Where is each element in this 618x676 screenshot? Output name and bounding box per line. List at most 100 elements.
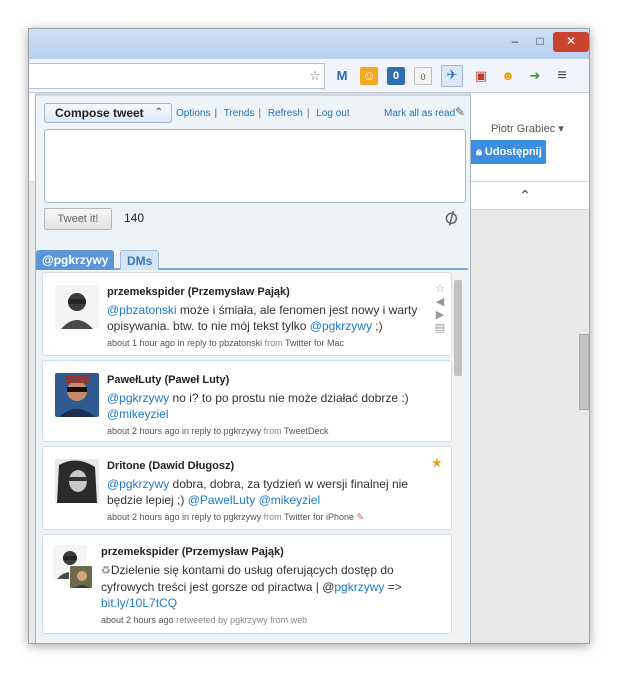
title-bar: – □ ✕ — [29, 29, 589, 59]
tweet-text-part: => — [384, 580, 402, 594]
tweet-timestamp[interactable]: about 2 hours ago — [101, 615, 174, 625]
tweet-timestamp[interactable]: about 2 hours ago in reply to pgkrzywy — [107, 426, 261, 436]
browser-toolbar: ☆ M ☺ 0 0 ✈ ▣ ☻ ➜ ≡ — [29, 59, 589, 93]
tweet-popup: Compose tweet ⌃ Options | Trends | Refresh… — [35, 93, 471, 643]
retweeter-avatar[interactable] — [69, 565, 93, 589]
mention-link[interactable]: @mikeyziel — [107, 407, 169, 421]
tweet-feed: przemekspider (Przemysław Pająk) @pbzato… — [42, 272, 452, 643]
tweet-item: przemekspider (Przemysław Pająk) ♻Dziele… — [42, 534, 452, 634]
compose-textarea[interactable] — [44, 129, 466, 203]
trends-link[interactable]: Trends — [224, 108, 255, 119]
favorite-star-icon[interactable]: ☆ — [433, 283, 447, 296]
share-button-label: Udostępnij — [484, 146, 542, 158]
logout-link[interactable]: Log out — [316, 108, 349, 119]
dm-icon[interactable]: ▤ — [433, 322, 447, 335]
tweet-meta: about 2 hours ago in reply to pgkrzywy f… — [107, 425, 425, 437]
tweet-author[interactable]: przemekspider (Przemysław Pająk) — [107, 285, 425, 300]
separator: | — [214, 108, 218, 119]
tweet-item: przemekspider (Przemysław Pająk) @pbzato… — [42, 272, 452, 356]
separator: | — [306, 108, 310, 119]
tweet-text: ♻Dzielenie się kontami do usług oferując… — [101, 562, 431, 611]
close-button[interactable]: ✕ — [553, 32, 589, 52]
tweet-from: from web — [270, 615, 308, 625]
options-link[interactable]: Options — [176, 108, 210, 119]
retweet-icon: ♻ — [101, 565, 111, 577]
tweet-text: @pgkrzywy no i? to po prostu nie może dz… — [107, 390, 425, 422]
location-pin-icon[interactable]: ✎ — [357, 512, 365, 522]
tweet-button[interactable]: Tweet it! — [44, 208, 112, 230]
lock-icon: 🔒︎ — [476, 146, 485, 158]
favorited-star-icon[interactable]: ★ — [431, 455, 443, 471]
avatar[interactable] — [55, 373, 99, 417]
smiley-extension-icon[interactable]: ☻ — [499, 67, 517, 85]
chevron-up-icon: ⌃ — [519, 187, 531, 203]
tweet-source[interactable]: Twitter for Mac — [285, 338, 344, 348]
char-counter: 140 — [124, 211, 145, 225]
tweet-item: Dritone (Dawid Długosz) @pgkrzywy dobra,… — [42, 446, 452, 530]
tweet-meta: about 1 hour ago in reply to pbzatonski … — [107, 337, 425, 349]
tweet-extension-icon[interactable]: ✈ — [441, 65, 463, 87]
tweet-author[interactable]: Dritone (Dawid Długosz) — [107, 459, 425, 474]
mention-link[interactable]: @pgkrzywy — [310, 319, 372, 333]
retweet-icon[interactable]: ▶ — [433, 309, 447, 322]
mention-link[interactable]: @PawelLuty — [188, 493, 256, 507]
menu-icon[interactable]: ≡ — [553, 67, 571, 85]
mention-link[interactable]: @pgkrzywy — [107, 477, 169, 491]
tweet-source[interactable]: TweetDeck — [284, 426, 329, 436]
tweet-actions: ☆ ◀ ▶ ▤ — [433, 283, 447, 335]
url-link[interactable]: bit.ly/10L7tCQ — [101, 596, 177, 610]
badge-blue-icon[interactable]: 0 — [387, 67, 405, 85]
avatar[interactable] — [55, 285, 99, 329]
page-collapse-strip[interactable]: ⌃ — [459, 182, 589, 210]
retweeted-by[interactable]: retweeted by pgkrzywy — [176, 615, 268, 625]
page-scrollbar-thumb[interactable] — [579, 334, 589, 410]
tweet-item: PawełLuty (Paweł Luty) @pgkrzywy no i? t… — [42, 360, 452, 442]
chevron-up-icon: ⌃ — [154, 107, 163, 118]
tweet-text: @pgkrzywy dobra, dobra, za tydzień w wer… — [107, 476, 425, 508]
gmail-icon[interactable]: M — [333, 67, 351, 85]
badge-gray-icon[interactable]: 0 — [414, 67, 432, 85]
tweet-from: from — [264, 338, 283, 348]
top-links: Options | Trends | Refresh | Log out — [176, 108, 354, 119]
mention-link[interactable]: @pbzatonski — [107, 303, 177, 317]
green-extension-icon[interactable]: ➜ — [526, 67, 544, 85]
tweet-timestamp[interactable]: about 2 hours ago in reply to pgkrzywy — [107, 512, 261, 522]
pin-icon[interactable]: ✎ — [455, 105, 465, 119]
tweet-from: from — [263, 512, 282, 522]
attach-icon[interactable]: ⌀ — [438, 202, 462, 231]
address-bar[interactable] — [29, 63, 325, 89]
feed-scrollbar-thumb[interactable] — [454, 280, 462, 376]
tweet-text-part: ;) — [371, 319, 383, 333]
red-extension-icon[interactable]: ▣ — [472, 67, 490, 85]
tweet-source[interactable]: Twitter for iPhone — [284, 512, 354, 522]
mention-link[interactable]: @mikeyziel — [259, 493, 321, 507]
tweet-from: from — [263, 426, 282, 436]
mark-all-read-link[interactable]: Mark all as read — [384, 108, 455, 119]
timeline-tabs: @pgkrzywy DMs — [36, 246, 468, 270]
tweet-meta: about 2 hours ago in reply to pgkrzywy f… — [107, 511, 425, 523]
reply-icon[interactable]: ◀ — [433, 296, 447, 309]
tweet-author[interactable]: przemekspider (Przemysław Pająk) — [101, 545, 431, 560]
orange-extension-icon[interactable]: ☺ — [360, 67, 378, 85]
tweet-meta: about 2 hours ago retweeted by pgkrzywy … — [101, 614, 431, 626]
tweet-text: @pbzatonski może i śmiała, ale fenomen j… — [107, 302, 425, 334]
browser-window: – □ ✕ ☆ M ☺ 0 0 ✈ ▣ ☻ ➜ ≡ Piotr Grabiec … — [28, 28, 590, 644]
compose-tweet-tab[interactable]: Compose tweet ⌃ — [44, 103, 172, 123]
minimize-button[interactable]: – — [504, 32, 526, 52]
tweet-text-part: no i? to po prostu nie może działać dobr… — [169, 391, 409, 405]
compose-tweet-label: Compose tweet — [55, 106, 144, 120]
tab-dms[interactable]: DMs — [120, 250, 160, 270]
page-user-name[interactable]: Piotr Grabiec ▾ — [491, 122, 564, 135]
avatar[interactable] — [55, 459, 99, 503]
tweet-timestamp[interactable]: about 1 hour ago in reply to pbzatonski — [107, 338, 262, 348]
separator: | — [258, 108, 262, 119]
maximize-button[interactable]: □ — [529, 32, 551, 52]
tab-mentions[interactable]: @pgkrzywy — [36, 250, 115, 270]
mention-link[interactable]: @pgkrzywy — [107, 391, 169, 405]
feed-scrollbar[interactable] — [453, 274, 463, 643]
tweet-author[interactable]: PawełLuty (Paweł Luty) — [107, 373, 425, 388]
bookmark-star-icon[interactable]: ☆ — [306, 67, 324, 85]
share-button[interactable]: 🔒︎ Udostępnij — [468, 140, 546, 164]
refresh-link[interactable]: Refresh — [268, 108, 303, 119]
mention-link[interactable]: pgkrzywy — [334, 580, 384, 594]
